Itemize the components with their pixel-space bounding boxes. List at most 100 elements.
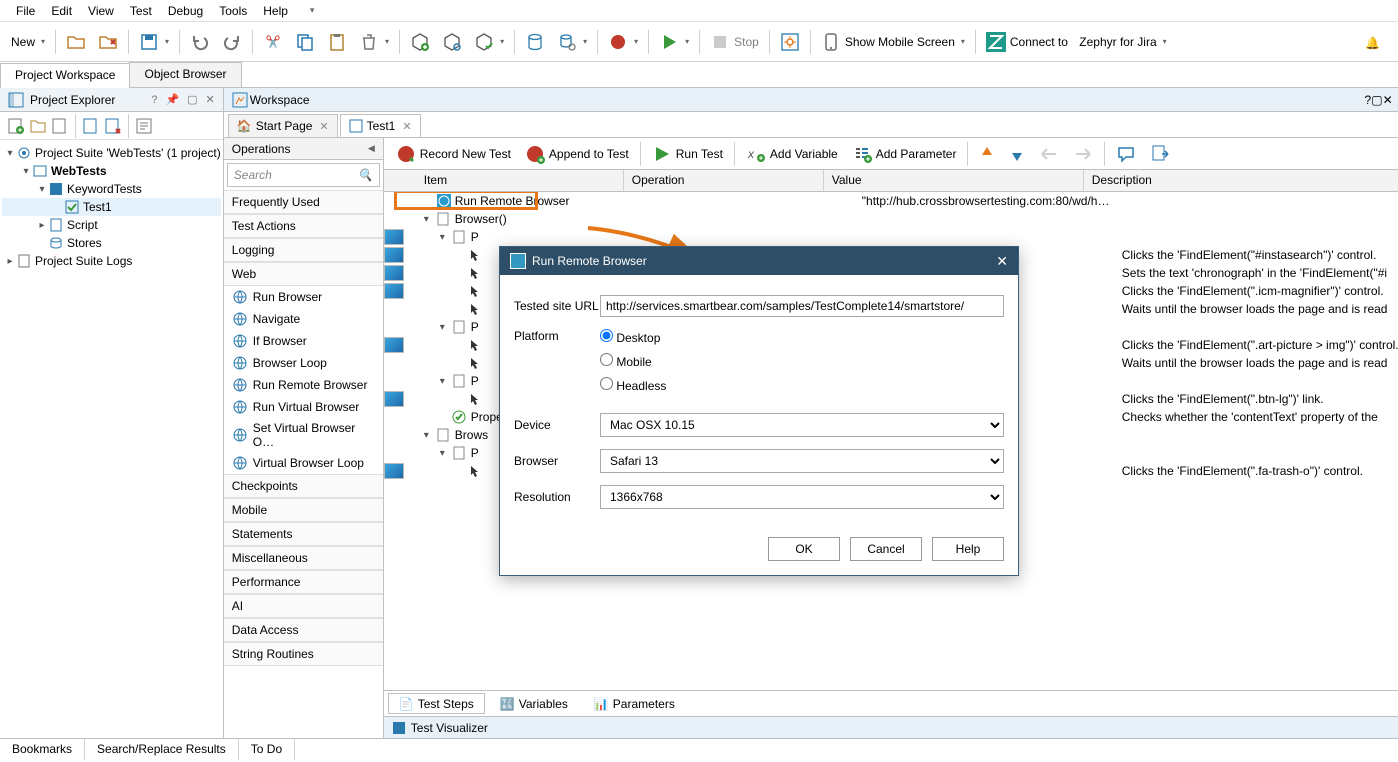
cube-add-button[interactable]: [405, 28, 435, 56]
col-item[interactable]: Item: [384, 170, 624, 191]
ops-cat[interactable]: Checkpoints: [224, 474, 383, 498]
help-button[interactable]: Help: [932, 537, 1004, 561]
connect-button[interactable]: Connect to Zephyr for Jira▾: [981, 28, 1172, 56]
cube-check-button[interactable]: ▾: [469, 28, 509, 56]
menu-file[interactable]: File: [8, 2, 43, 20]
tree-suite[interactable]: ▾Project Suite 'WebTests' (1 project): [2, 144, 221, 162]
platform-mobile-radio[interactable]: Mobile: [600, 353, 1004, 369]
status-search-results[interactable]: Search/Replace Results: [85, 739, 239, 760]
project-tree[interactable]: ▾Project Suite 'WebTests' (1 project) ▾W…: [0, 140, 223, 738]
ops-item[interactable]: Virtual Browser Loop: [224, 452, 383, 474]
stop-button[interactable]: Stop: [705, 28, 764, 56]
close-icon[interactable]: ✕: [1383, 93, 1393, 107]
append-to-test-button[interactable]: Append to Test: [519, 141, 635, 167]
ops-item[interactable]: Run Browser: [224, 286, 383, 308]
close-button[interactable]: [93, 28, 123, 56]
ops-cat[interactable]: String Routines: [224, 642, 383, 666]
status-todo[interactable]: To Do: [239, 739, 295, 760]
dialog-titlebar[interactable]: Run Remote Browser ✕: [500, 247, 1018, 275]
cube-search-button[interactable]: [437, 28, 467, 56]
tab-start-page[interactable]: 🏠Start Page✕: [228, 114, 338, 137]
close-tab-icon[interactable]: ✕: [319, 120, 328, 133]
maximize-icon[interactable]: ▢: [185, 93, 199, 106]
tree-stores[interactable]: Stores: [2, 234, 221, 252]
tab-test1[interactable]: Test1✕: [340, 114, 421, 137]
record-button[interactable]: ▾: [603, 28, 643, 56]
cut-button[interactable]: ✂️: [258, 28, 288, 56]
tree-project[interactable]: ▾WebTests: [2, 162, 221, 180]
browser-select[interactable]: Safari 13: [600, 449, 1004, 473]
menu-help[interactable]: Help: [255, 2, 296, 20]
mobile-button[interactable]: Show Mobile Screen▾: [816, 28, 970, 56]
dialog-close-icon[interactable]: ✕: [996, 253, 1008, 270]
grid-row[interactable]: ▾Browser(): [384, 210, 1398, 228]
status-bookmarks[interactable]: Bookmarks: [0, 739, 85, 760]
move-down-button[interactable]: [1003, 141, 1031, 167]
undo-button[interactable]: [185, 28, 215, 56]
paste-button[interactable]: [322, 28, 352, 56]
delete-button[interactable]: ▾: [354, 28, 394, 56]
run-button[interactable]: ▾: [654, 28, 694, 56]
tree-test1[interactable]: Test1: [2, 198, 221, 216]
col-operation[interactable]: Operation: [624, 170, 824, 191]
add-script-icon[interactable]: [50, 116, 70, 136]
redo-button[interactable]: [217, 28, 247, 56]
ops-item[interactable]: Run Remote Browser: [224, 374, 383, 396]
ops-cat[interactable]: Performance: [224, 570, 383, 594]
add-item-icon[interactable]: [6, 116, 26, 136]
grid-row[interactable]: Run Remote Browser"http://hub.crossbrows…: [384, 192, 1398, 210]
ops-cat[interactable]: AI: [224, 594, 383, 618]
ops-cat[interactable]: Logging: [224, 238, 383, 262]
ops-item[interactable]: Navigate: [224, 308, 383, 330]
menu-debug[interactable]: Debug: [160, 2, 211, 20]
ops-cat[interactable]: Frequently Used: [224, 190, 383, 214]
add-parameter-button[interactable]: Add Parameter: [846, 141, 963, 167]
ops-cat[interactable]: Data Access: [224, 618, 383, 642]
outdent-button[interactable]: [1033, 143, 1065, 165]
db-gear-button[interactable]: ▾: [552, 28, 592, 56]
menu-tools[interactable]: Tools: [211, 2, 255, 20]
save-button[interactable]: ▾: [134, 28, 174, 56]
col-value[interactable]: Value: [824, 170, 1084, 191]
move-up-button[interactable]: [973, 141, 1001, 167]
ops-item[interactable]: If Browser: [224, 330, 383, 352]
ops-cat[interactable]: Miscellaneous: [224, 546, 383, 570]
col-description[interactable]: Description: [1084, 170, 1398, 191]
ops-cat[interactable]: Test Actions: [224, 214, 383, 238]
export-button[interactable]: [1144, 141, 1176, 167]
notifications-button[interactable]: 🔔: [1353, 31, 1392, 52]
tree-logs[interactable]: ▸Project Suite Logs: [2, 252, 221, 270]
cancel-button[interactable]: Cancel: [850, 537, 922, 561]
maximize-icon[interactable]: ▢: [1371, 93, 1382, 107]
tree-keyword-tests[interactable]: ▾KeywordTests: [2, 180, 221, 198]
copy-button[interactable]: [290, 28, 320, 56]
tab-project-workspace[interactable]: Project Workspace: [0, 63, 130, 88]
ops-cat[interactable]: Mobile: [224, 498, 383, 522]
device-select[interactable]: Mac OSX 10.15: [600, 413, 1004, 437]
menu-view[interactable]: View: [80, 2, 122, 20]
remove-item-icon[interactable]: [103, 116, 123, 136]
resolution-select[interactable]: 1366x768: [600, 485, 1004, 509]
ops-cat[interactable]: Statements: [224, 522, 383, 546]
operations-search[interactable]: Search🔍: [227, 163, 380, 187]
new-button[interactable]: New▾: [6, 28, 50, 56]
open-item-icon[interactable]: [81, 116, 101, 136]
platform-headless-radio[interactable]: Headless: [600, 377, 1004, 393]
help-icon[interactable]: ?: [1365, 93, 1372, 107]
tab-parameters[interactable]: 📊Parameters: [583, 693, 686, 714]
close-tab-icon[interactable]: ✕: [402, 120, 411, 133]
menu-edit[interactable]: Edit: [43, 2, 80, 20]
add-variable-button[interactable]: xAdd Variable: [740, 141, 844, 167]
properties-icon[interactable]: [134, 116, 154, 136]
menu-overflow-icon[interactable]: ▾: [302, 3, 323, 18]
db-button[interactable]: [520, 28, 550, 56]
tree-script[interactable]: ▸Script: [2, 216, 221, 234]
url-input[interactable]: [600, 295, 1004, 317]
pin-icon[interactable]: 📌: [163, 93, 181, 106]
close-icon[interactable]: ✕: [204, 93, 217, 106]
comment-button[interactable]: [1110, 141, 1142, 167]
ops-item[interactable]: Run Virtual Browser: [224, 396, 383, 418]
platform-desktop-radio[interactable]: Desktop: [600, 329, 1004, 345]
target-button[interactable]: [775, 28, 805, 56]
ops-item[interactable]: Set Virtual Browser O…: [224, 418, 383, 452]
